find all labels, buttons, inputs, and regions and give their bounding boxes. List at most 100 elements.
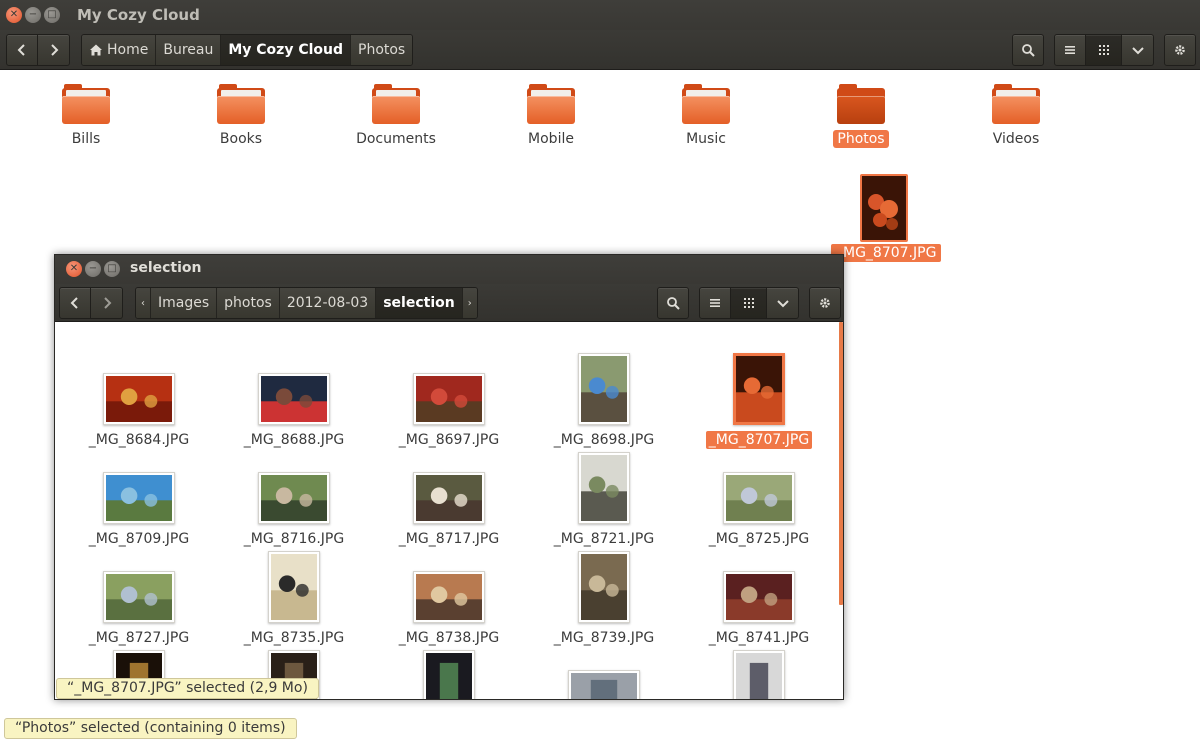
scrollbar[interactable] [839,322,843,605]
list-view-icon [1065,46,1075,54]
search-button[interactable] [1012,34,1044,66]
breadcrumb-images[interactable]: Images [151,288,218,318]
breadcrumb-photos[interactable]: Photos [351,35,413,65]
breadcrumb-photos[interactable]: photos [217,288,280,318]
image-thumbnail [258,472,330,524]
list-view-icon [710,299,720,307]
window-title: selection [130,260,202,276]
file-item[interactable]: _MG_8698.JPG [534,334,674,449]
folder-item[interactable]: Bills [31,84,141,148]
minimize-icon[interactable]: − [25,7,41,23]
breadcrumb-scroll-left[interactable]: ‹ [136,288,151,318]
image-thumbnail [258,373,330,425]
file-item[interactable]: _MG_8716.JPG [224,433,364,548]
file-item[interactable]: _MG_8741.JPG [689,532,829,647]
folder-item[interactable]: Music [651,84,761,148]
file-item[interactable]: _MG_8725.JPG [689,433,829,548]
selection-titlebar[interactable]: ✕ − □ selection [55,255,843,284]
breadcrumb-label: Home [107,42,149,58]
gear-icon [1175,45,1185,55]
file-item[interactable]: _MG_8684.JPG [69,334,209,449]
grid-view-button[interactable] [731,287,767,319]
folder-icon [62,84,110,124]
file-item[interactable]: _MG_8688.JPG [224,334,364,449]
forward-arrow-icon [103,297,111,309]
list-view-button[interactable] [699,287,731,319]
home-icon [90,44,102,56]
breadcrumb-scroll-right[interactable]: › [462,288,477,318]
file-item[interactable] [534,631,674,699]
file-item[interactable]: _MG_8717.JPG [379,433,519,548]
search-button[interactable] [657,287,689,319]
image-thumbnail [413,571,485,623]
folder-item[interactable]: Mobile [496,84,606,148]
grid-view-icon [1098,45,1109,55]
file-item[interactable]: _MG_8709.JPG [69,433,209,548]
settings-button[interactable] [1164,34,1196,66]
forward-button[interactable] [38,34,70,66]
folder-icon [992,84,1040,124]
folder-item[interactable]: Photos [806,84,916,148]
breadcrumb: ‹ Images photos 2012-08-03 selection › [135,287,478,319]
file-item[interactable] [379,631,519,699]
image-thumbnail [423,650,475,699]
folder-item[interactable]: Books [186,84,296,148]
image-thumbnail [268,551,320,623]
folder-label: Videos [992,131,1040,147]
image-thumbnail [723,472,795,524]
settings-button[interactable] [809,287,841,319]
breadcrumb-date[interactable]: 2012-08-03 [279,288,377,318]
breadcrumb-bureau[interactable]: Bureau [156,35,222,65]
chevron-down-icon [776,300,789,308]
breadcrumb: Home Bureau My Cozy Cloud Photos [81,34,414,66]
file-item[interactable]: _MG_8697.JPG [379,334,519,449]
chevron-down-icon [1131,47,1144,55]
back-button[interactable] [59,287,91,319]
maximize-icon[interactable]: □ [104,261,120,277]
image-thumbnail [413,373,485,425]
list-view-button[interactable] [1054,34,1086,66]
forward-arrow-icon [50,44,58,56]
close-icon[interactable]: ✕ [66,261,82,277]
image-thumbnail [103,571,175,623]
breadcrumb-selection[interactable]: selection [376,288,463,318]
search-icon [1022,44,1035,57]
back-button[interactable] [6,34,38,66]
file-item[interactable]: _MG_8721.JPG [534,433,674,548]
dragged-file-thumbnail[interactable] [860,174,908,242]
folder-icon [837,84,885,124]
folder-label: Photos [833,130,889,148]
dragged-file-label[interactable]: _MG_8707.JPG [831,244,942,262]
file-item[interactable]: _MG_8707.JPG [689,334,829,449]
file-item[interactable] [689,631,829,699]
folder-label: Mobile [528,131,574,147]
image-thumbnail [578,452,630,524]
file-item[interactable]: _MG_8735.JPG [224,532,364,647]
image-thumbnail [568,670,640,699]
folder-item[interactable]: Documents [341,84,451,148]
breadcrumb-my-cozy-cloud[interactable]: My Cozy Cloud [221,35,351,65]
grid-view-button[interactable] [1086,34,1122,66]
main-titlebar[interactable]: ✕ − □ My Cozy Cloud [0,0,1200,30]
image-thumbnail [578,551,630,623]
folder-icon [372,84,420,124]
folder-icon [217,84,265,124]
minimize-icon[interactable]: − [85,261,101,277]
file-grid: _MG_8684.JPG _MG_8688.JPG _MG_8697.JPG _MG_… [55,322,843,699]
main-status-bar: “Photos” selected (containing 0 items) [4,718,297,739]
folder-item[interactable]: Videos [961,84,1071,148]
breadcrumb-home[interactable]: Home [82,35,157,65]
file-item[interactable]: _MG_8739.JPG [534,532,674,647]
close-icon[interactable]: ✕ [6,7,22,23]
file-item[interactable]: _MG_8738.JPG [379,532,519,647]
back-arrow-icon [17,44,25,56]
forward-button[interactable] [91,287,123,319]
file-item[interactable]: _MG_8727.JPG [69,532,209,647]
view-options-button[interactable] [767,287,799,319]
view-options-button[interactable] [1122,34,1154,66]
maximize-icon[interactable]: □ [44,7,60,23]
main-toolbar: Home Bureau My Cozy Cloud Photos [0,30,1200,70]
image-thumbnail [578,353,630,425]
selection-status-bar: “_MG_8707.JPG” selected (2,9 Mo) [56,678,319,699]
image-thumbnail [103,373,175,425]
